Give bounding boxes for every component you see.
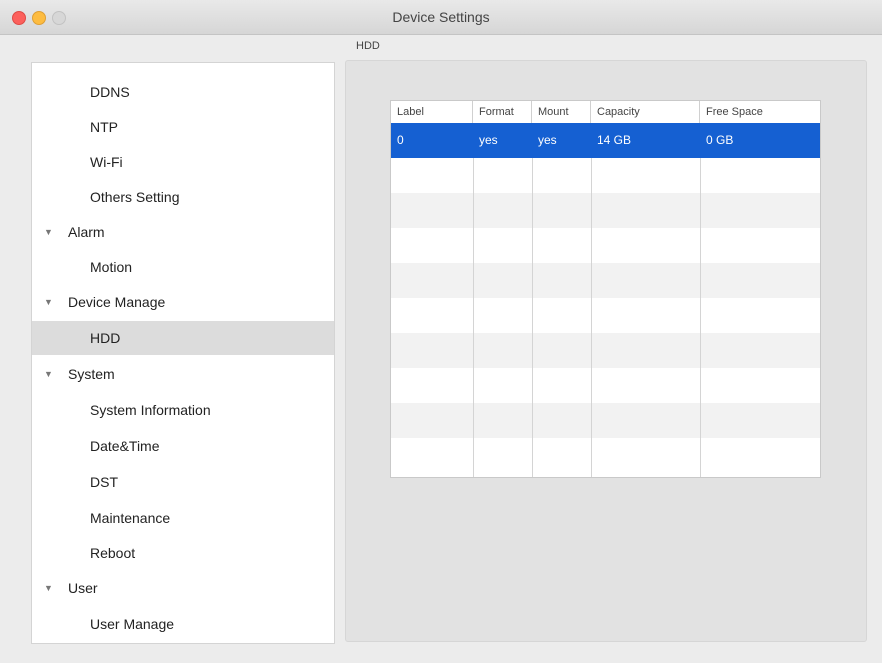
column-divider — [591, 158, 592, 477]
empty-table-row — [391, 228, 820, 263]
tree-item-label: Maintenance — [90, 510, 171, 526]
empty-table-row — [391, 193, 820, 228]
tree-item-motion[interactable]: Motion — [32, 250, 334, 284]
empty-table-row — [391, 298, 820, 333]
column-divider — [473, 158, 474, 477]
tree-item-hdd[interactable]: HDD — [32, 321, 334, 355]
empty-table-row — [391, 403, 820, 438]
cell-free-space: 0 GB — [706, 133, 734, 147]
column-divider — [532, 158, 533, 477]
section-title: HDD — [356, 40, 380, 52]
tree-item-reboot[interactable]: Reboot — [32, 536, 334, 570]
empty-table-row — [391, 263, 820, 298]
tree-item-maintenance[interactable]: Maintenance — [32, 501, 334, 535]
disclosure-triangle-icon[interactable]: ▼ — [44, 357, 53, 391]
tree-group-alarm[interactable]: ▼ Alarm — [32, 215, 334, 249]
tree-item-label: Wi-Fi — [90, 154, 123, 170]
tree-item-label: User Manage — [90, 616, 175, 632]
tree-item-label: Motion — [90, 259, 133, 275]
tree-group-label: Device Manage — [68, 294, 166, 310]
window-title: Device Settings — [392, 9, 490, 25]
tree-item-label: Date&Time — [90, 438, 160, 454]
tree-item-others-setting[interactable]: Others Setting — [32, 180, 334, 214]
tree-group-label: User — [68, 580, 98, 596]
tree-item-label: Others Setting — [90, 189, 180, 205]
table-header: Label Format Mount Capacity Free Space — [391, 101, 820, 124]
cell-mount: yes — [538, 133, 557, 147]
tree-item-date-time[interactable]: Date&Time — [32, 429, 334, 463]
tree-item-system-information[interactable]: System Information — [32, 393, 334, 427]
tree-item-label: DDNS — [90, 84, 130, 100]
empty-table-row — [391, 158, 820, 193]
device-settings-window: Device Settings DDNS NTP Wi-Fi Others Se… — [0, 0, 882, 663]
column-header-capacity[interactable]: Capacity — [591, 101, 700, 123]
tree-item-wifi[interactable]: Wi-Fi — [32, 145, 334, 179]
tree-item-ntp[interactable]: NTP — [32, 110, 334, 144]
cell-format: yes — [479, 133, 498, 147]
tree-item-label: Reboot — [90, 545, 136, 561]
disclosure-triangle-icon[interactable]: ▼ — [44, 215, 53, 249]
tree-item-dst[interactable]: DST — [32, 465, 334, 499]
column-divider — [700, 158, 701, 477]
column-header-free-space[interactable]: Free Space — [700, 101, 820, 123]
cell-label: 0 — [397, 133, 404, 147]
disclosure-triangle-icon[interactable]: ▼ — [44, 571, 53, 605]
tree-item-label: System Information — [90, 402, 211, 418]
column-header-mount[interactable]: Mount — [532, 101, 591, 123]
empty-table-row — [391, 368, 820, 403]
settings-tree[interactable]: DDNS NTP Wi-Fi Others Setting ▼ Alarm Mo… — [31, 62, 335, 644]
tree-item-label: HDD — [90, 330, 121, 346]
empty-table-row — [391, 438, 820, 473]
tree-group-user[interactable]: ▼ User — [32, 571, 334, 605]
column-header-label[interactable]: Label — [391, 101, 473, 123]
tree-group-label: System — [68, 366, 115, 382]
tree-item-ddns[interactable]: DDNS — [32, 75, 334, 109]
title-bar: Device Settings — [0, 0, 882, 35]
tree-item-label: NTP — [90, 119, 118, 135]
tree-item-user-manage[interactable]: User Manage — [32, 607, 334, 641]
disclosure-triangle-icon[interactable]: ▼ — [44, 285, 53, 319]
empty-table-row — [391, 333, 820, 368]
hdd-table[interactable]: Label Format Mount Capacity Free Space 0… — [390, 100, 821, 478]
column-header-format[interactable]: Format — [473, 101, 532, 123]
table-row[interactable]: 0 yes yes 14 GB 0 GB — [391, 123, 820, 158]
tree-item-label: DST — [90, 474, 118, 490]
tree-group-system[interactable]: ▼ System — [32, 357, 334, 391]
tree-group-label: Alarm — [68, 224, 105, 240]
tree-group-device-manage[interactable]: ▼ Device Manage — [32, 285, 334, 319]
cell-capacity: 14 GB — [597, 133, 632, 147]
